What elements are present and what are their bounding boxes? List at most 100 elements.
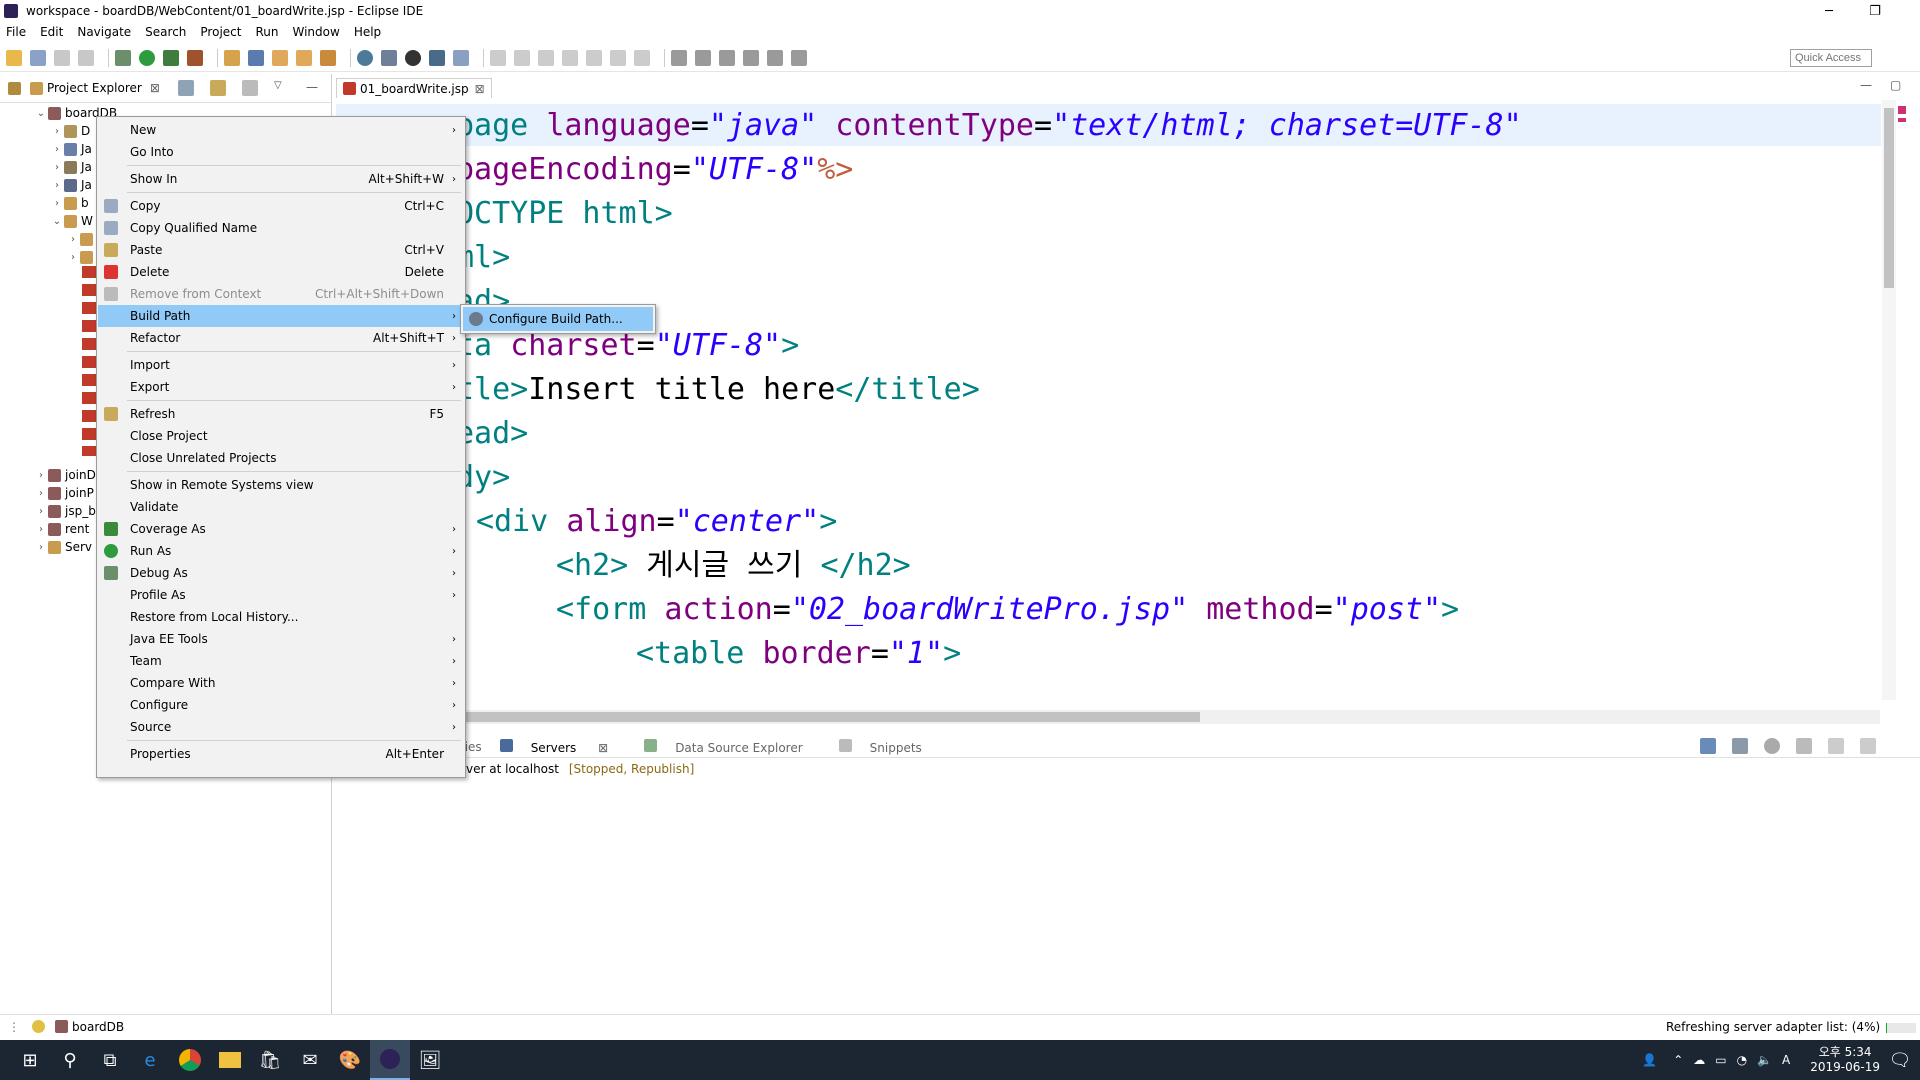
menu-search[interactable]: Search [145, 25, 186, 39]
scrollbar-thumb[interactable] [460, 712, 1200, 722]
menu-item-refresh[interactable]: Refresh F5 [98, 403, 464, 425]
console-icon[interactable] [429, 49, 445, 66]
mail-icon[interactable]: ✉ [290, 1040, 330, 1080]
tree-item[interactable]: ⌄ W [52, 212, 93, 230]
tree-item[interactable]: › joinP [36, 484, 94, 502]
toggle-mark-icon[interactable] [671, 49, 687, 66]
step-into-icon[interactable] [586, 49, 602, 66]
chevron-right-icon[interactable]: › [36, 524, 46, 535]
view-icon[interactable] [1700, 738, 1716, 754]
chevron-right-icon[interactable]: › [52, 144, 62, 155]
menu-item-configure[interactable]: Configure › [98, 694, 464, 716]
menu-item-refactor[interactable]: Refactor Alt+Shift+T › [98, 327, 464, 349]
chrome-icon[interactable] [170, 1040, 210, 1080]
chevron-right-icon[interactable]: › [68, 252, 78, 263]
quick-access-input[interactable] [1790, 49, 1872, 67]
chevron-right-icon[interactable]: › [36, 506, 46, 517]
menu-item-compare-with[interactable]: Compare With › [98, 672, 464, 694]
menu-item-profile-as[interactable]: Profile As › [98, 584, 464, 606]
minimize-button[interactable]: ─ [1806, 0, 1852, 22]
tree-item[interactable]: › Serv [36, 538, 92, 556]
menu-item-new[interactable]: New › [98, 119, 464, 141]
close-icon[interactable]: ⊠ [475, 82, 485, 96]
menu-item-copy-qualified-name[interactable]: Copy Qualified Name [98, 217, 464, 239]
paint-icon[interactable]: 🎨 [330, 1040, 370, 1080]
editor-vertical-scrollbar[interactable] [1882, 100, 1896, 700]
disconnect-icon[interactable] [562, 49, 578, 66]
search-icon[interactable]: ⚲ [50, 1040, 90, 1080]
menu-item-validate[interactable]: Validate [98, 496, 464, 518]
menu-item-copy[interactable]: Copy Ctrl+C [98, 195, 464, 217]
battery-icon[interactable]: ▭ [1715, 1053, 1726, 1067]
step-over-icon[interactable] [610, 49, 626, 66]
suspend-icon[interactable] [514, 49, 530, 66]
external-tools-icon[interactable] [187, 49, 203, 66]
chevron-right-icon[interactable]: › [52, 198, 62, 209]
close-icon[interactable]: ⊠ [150, 81, 160, 95]
open-type-icon[interactable] [272, 49, 288, 66]
filter-icon[interactable] [242, 80, 258, 96]
back-icon[interactable] [767, 49, 783, 66]
tab-editor-file[interactable]: 01_boardWrite.jsp ⊠ [336, 78, 492, 98]
pin-icon[interactable] [695, 49, 711, 66]
volume-icon[interactable]: 🔈 [1757, 1053, 1772, 1067]
prev-annotation-icon[interactable] [743, 49, 759, 66]
stop-server-icon[interactable] [1828, 738, 1844, 754]
menu-item-go-into[interactable]: Go Into [98, 141, 464, 163]
menu-window[interactable]: Window [292, 25, 339, 39]
tab-servers[interactable]: Servers ⊠ [499, 738, 627, 755]
tree-item[interactable]: › Ja [52, 140, 92, 158]
chevron-right-icon[interactable]: › [52, 180, 62, 191]
tree-item[interactable]: › [68, 248, 97, 266]
server-icon[interactable] [381, 49, 397, 66]
chevron-right-icon[interactable]: › [36, 470, 46, 481]
chevron-right-icon[interactable]: › [36, 542, 46, 553]
web-browser-icon[interactable] [357, 49, 373, 66]
tab-data-source-explorer[interactable]: Data Source Explorer [644, 738, 820, 755]
link-editor-icon[interactable] [210, 80, 226, 96]
menu-item-export[interactable]: Export › [98, 376, 464, 398]
menu-item-show-in[interactable]: Show In Alt+Shift+W › [98, 168, 464, 190]
network-icon[interactable]: ◔ [1737, 1053, 1747, 1067]
cloud-icon[interactable]: ☁ [1693, 1053, 1705, 1067]
menu-item-run-as[interactable]: Run As › [98, 540, 464, 562]
search-icon[interactable] [320, 49, 336, 66]
debug-server-icon[interactable] [1732, 738, 1748, 754]
view-menu-icon[interactable]: ▽ [274, 80, 290, 96]
minimize-view-icon[interactable]: — [306, 80, 322, 96]
start-server-icon[interactable] [1764, 738, 1780, 754]
ime-indicator[interactable]: A [1782, 1053, 1790, 1067]
save-icon[interactable] [54, 49, 70, 66]
store-icon[interactable]: 🛍 [250, 1040, 290, 1080]
menu-navigate[interactable]: Navigate [77, 25, 131, 39]
menu-item-show-in-remote-systems-view[interactable]: Show in Remote Systems view [98, 474, 464, 496]
run-icon[interactable] [139, 49, 155, 66]
collapse-all-icon[interactable] [178, 80, 194, 96]
tab-project-explorer[interactable]: Project Explorer ⊠ [30, 78, 160, 98]
notification-icon[interactable]: 🗨 [1880, 1040, 1920, 1080]
open-task-icon[interactable] [296, 49, 312, 66]
tree-item[interactable]: › Ja [52, 158, 92, 176]
menu-item-properties[interactable]: Properties Alt+Enter [98, 743, 464, 765]
photos-icon[interactable]: 🖼 [410, 1040, 450, 1080]
new-icon[interactable] [6, 49, 22, 66]
windows-start-icon[interactable]: ⊞ [10, 1040, 50, 1080]
menu-item-import[interactable]: Import › [98, 354, 464, 376]
menu-item-source[interactable]: Source › [98, 716, 464, 738]
new-project-icon[interactable] [224, 49, 240, 66]
editor-horizontal-scrollbar[interactable] [460, 710, 1880, 724]
task-view-icon[interactable]: ⧉ [90, 1040, 130, 1080]
clock[interactable]: 오후 5:34 2019-06-19 [1810, 1045, 1880, 1075]
menu-item-delete[interactable]: Delete Delete [98, 261, 464, 283]
save-all-icon[interactable] [78, 49, 94, 66]
tree-item[interactable]: › rent [36, 520, 89, 538]
debug-icon[interactable] [115, 49, 131, 66]
menu-item-configure-build-path[interactable]: Configure Build Path... [463, 307, 653, 331]
menu-item-team[interactable]: Team › [98, 650, 464, 672]
next-annotation-icon[interactable] [719, 49, 735, 66]
menu-item-paste[interactable]: Paste Ctrl+V [98, 239, 464, 261]
forward-icon[interactable] [791, 49, 807, 66]
menu-item-close-unrelated-projects[interactable]: Close Unrelated Projects [98, 447, 464, 469]
menu-project[interactable]: Project [200, 25, 241, 39]
terminate-icon[interactable] [538, 49, 554, 66]
